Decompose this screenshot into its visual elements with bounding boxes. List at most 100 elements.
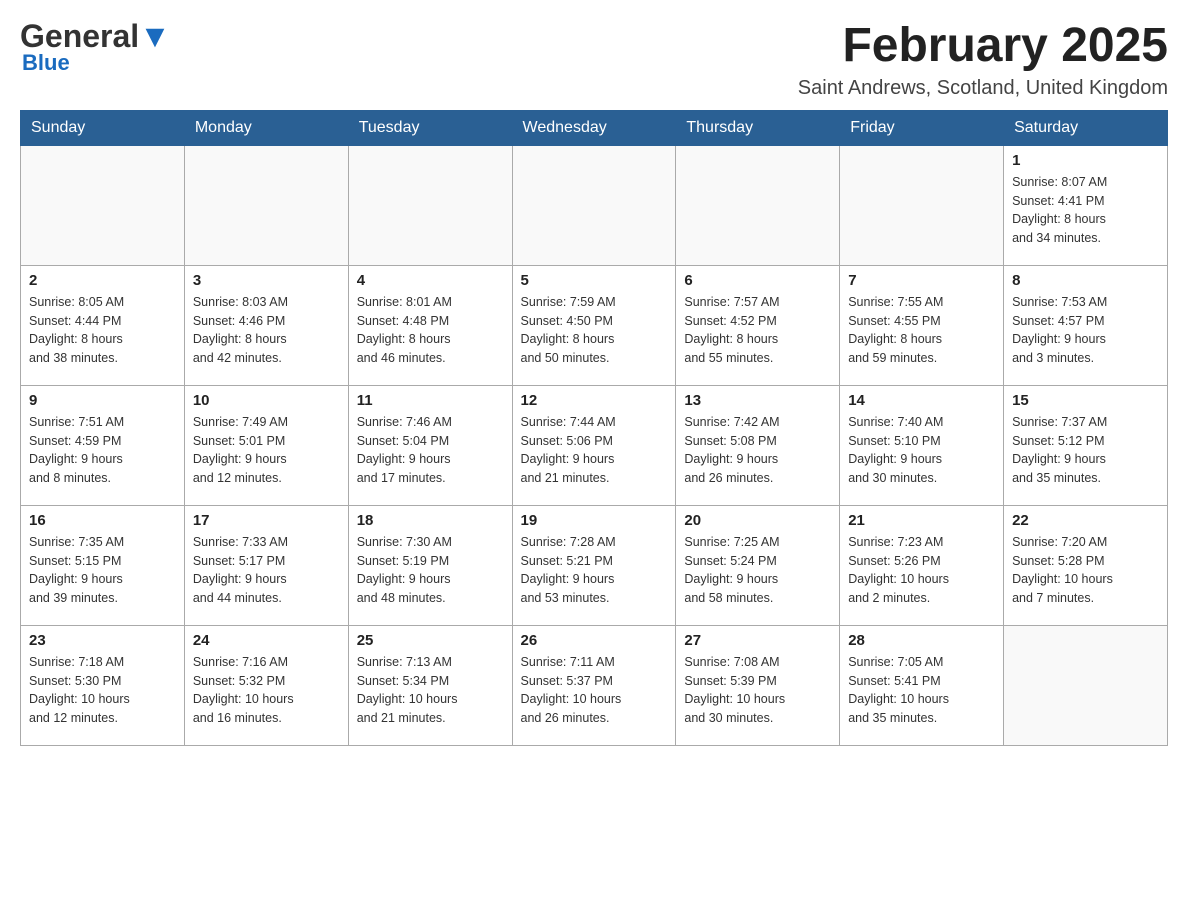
logo-blue-text: ▼ bbox=[139, 18, 171, 54]
weekday-header-saturday: Saturday bbox=[1004, 110, 1168, 145]
day-number: 16 bbox=[29, 512, 176, 529]
title-area: February 2025 Saint Andrews, Scotland, U… bbox=[798, 20, 1168, 100]
day-info: Sunrise: 7:53 AM Sunset: 4:57 PM Dayligh… bbox=[1012, 293, 1159, 368]
day-number: 17 bbox=[193, 512, 340, 529]
calendar-cell: 21 Sunrise: 7:23 AM Sunset: 5:26 PM Dayli… bbox=[840, 505, 1004, 625]
day-number: 27 bbox=[684, 632, 831, 649]
calendar-week-5: 23 Sunrise: 7:18 AM Sunset: 5:30 PM Dayli… bbox=[21, 625, 1168, 745]
day-number: 15 bbox=[1012, 392, 1159, 409]
day-number: 23 bbox=[29, 632, 176, 649]
day-info: Sunrise: 8:03 AM Sunset: 4:46 PM Dayligh… bbox=[193, 293, 340, 368]
day-number: 4 bbox=[357, 272, 504, 289]
day-info: Sunrise: 7:46 AM Sunset: 5:04 PM Dayligh… bbox=[357, 413, 504, 488]
page-header: General▼ Blue February 2025 Saint Andrew… bbox=[20, 20, 1168, 100]
day-number: 24 bbox=[193, 632, 340, 649]
calendar-week-3: 9 Sunrise: 7:51 AM Sunset: 4:59 PM Daylig… bbox=[21, 385, 1168, 505]
day-number: 19 bbox=[521, 512, 668, 529]
calendar-cell: 22 Sunrise: 7:20 AM Sunset: 5:28 PM Dayli… bbox=[1004, 505, 1168, 625]
weekday-header-sunday: Sunday bbox=[21, 110, 185, 145]
calendar-cell: 28 Sunrise: 7:05 AM Sunset: 5:41 PM Dayli… bbox=[840, 625, 1004, 745]
calendar-week-4: 16 Sunrise: 7:35 AM Sunset: 5:15 PM Dayli… bbox=[21, 505, 1168, 625]
calendar-cell: 2Sunrise: 8:05 AM Sunset: 4:44 PM Daylig… bbox=[21, 265, 185, 385]
day-info: Sunrise: 7:55 AM Sunset: 4:55 PM Dayligh… bbox=[848, 293, 995, 368]
day-info: Sunrise: 7:30 AM Sunset: 5:19 PM Dayligh… bbox=[357, 533, 504, 608]
day-info: Sunrise: 7:25 AM Sunset: 5:24 PM Dayligh… bbox=[684, 533, 831, 608]
day-info: Sunrise: 7:35 AM Sunset: 5:15 PM Dayligh… bbox=[29, 533, 176, 608]
calendar-cell: 24 Sunrise: 7:16 AM Sunset: 5:32 PM Dayli… bbox=[184, 625, 348, 745]
calendar-cell: 13Sunrise: 7:42 AM Sunset: 5:08 PM Dayli… bbox=[676, 385, 840, 505]
calendar-cell: 11 Sunrise: 7:46 AM Sunset: 5:04 PM Dayli… bbox=[348, 385, 512, 505]
day-number: 12 bbox=[521, 392, 668, 409]
day-info: Sunrise: 7:44 AM Sunset: 5:06 PM Dayligh… bbox=[521, 413, 668, 488]
day-number: 28 bbox=[848, 632, 995, 649]
day-info: Sunrise: 7:20 AM Sunset: 5:28 PM Dayligh… bbox=[1012, 533, 1159, 608]
calendar-cell: 16 Sunrise: 7:35 AM Sunset: 5:15 PM Dayli… bbox=[21, 505, 185, 625]
day-info: Sunrise: 7:16 AM Sunset: 5:32 PM Dayligh… bbox=[193, 653, 340, 728]
logo-general: General▼ bbox=[20, 20, 171, 52]
calendar-cell: 9 Sunrise: 7:51 AM Sunset: 4:59 PM Daylig… bbox=[21, 385, 185, 505]
calendar-week-1: 1 Sunrise: 8:07 AM Sunset: 4:41 PM Daylig… bbox=[21, 145, 1168, 265]
day-number: 26 bbox=[521, 632, 668, 649]
calendar-cell bbox=[676, 145, 840, 265]
day-info: Sunrise: 8:07 AM Sunset: 4:41 PM Dayligh… bbox=[1012, 173, 1159, 248]
calendar-table: SundayMondayTuesdayWednesdayThursdayFrid… bbox=[20, 110, 1168, 746]
calendar-cell: 25 Sunrise: 7:13 AM Sunset: 5:34 PM Dayli… bbox=[348, 625, 512, 745]
calendar-cell: 1 Sunrise: 8:07 AM Sunset: 4:41 PM Daylig… bbox=[1004, 145, 1168, 265]
day-number: 25 bbox=[357, 632, 504, 649]
calendar-cell: 7 Sunrise: 7:55 AM Sunset: 4:55 PM Daylig… bbox=[840, 265, 1004, 385]
day-number: 20 bbox=[684, 512, 831, 529]
day-number: 10 bbox=[193, 392, 340, 409]
calendar-cell: 3 Sunrise: 8:03 AM Sunset: 4:46 PM Daylig… bbox=[184, 265, 348, 385]
day-number: 2 bbox=[29, 272, 176, 289]
day-number: 21 bbox=[848, 512, 995, 529]
calendar-cell: 8 Sunrise: 7:53 AM Sunset: 4:57 PM Daylig… bbox=[1004, 265, 1168, 385]
calendar-cell: 26 Sunrise: 7:11 AM Sunset: 5:37 PM Dayli… bbox=[512, 625, 676, 745]
calendar-cell: 17 Sunrise: 7:33 AM Sunset: 5:17 PM Dayli… bbox=[184, 505, 348, 625]
calendar-cell bbox=[184, 145, 348, 265]
day-info: Sunrise: 7:33 AM Sunset: 5:17 PM Dayligh… bbox=[193, 533, 340, 608]
day-number: 8 bbox=[1012, 272, 1159, 289]
day-info: Sunrise: 7:13 AM Sunset: 5:34 PM Dayligh… bbox=[357, 653, 504, 728]
calendar-cell: 27Sunrise: 7:08 AM Sunset: 5:39 PM Dayli… bbox=[676, 625, 840, 745]
day-number: 7 bbox=[848, 272, 995, 289]
day-info: Sunrise: 7:57 AM Sunset: 4:52 PM Dayligh… bbox=[684, 293, 831, 368]
day-info: Sunrise: 7:18 AM Sunset: 5:30 PM Dayligh… bbox=[29, 653, 176, 728]
day-number: 3 bbox=[193, 272, 340, 289]
day-number: 14 bbox=[848, 392, 995, 409]
day-number: 6 bbox=[684, 272, 831, 289]
calendar-cell bbox=[21, 145, 185, 265]
calendar-cell bbox=[512, 145, 676, 265]
calendar-cell bbox=[840, 145, 1004, 265]
calendar-cell bbox=[348, 145, 512, 265]
day-info: Sunrise: 8:01 AM Sunset: 4:48 PM Dayligh… bbox=[357, 293, 504, 368]
calendar-cell: 12 Sunrise: 7:44 AM Sunset: 5:06 PM Dayli… bbox=[512, 385, 676, 505]
day-number: 22 bbox=[1012, 512, 1159, 529]
calendar-cell: 15 Sunrise: 7:37 AM Sunset: 5:12 PM Dayli… bbox=[1004, 385, 1168, 505]
weekday-header-friday: Friday bbox=[840, 110, 1004, 145]
calendar-week-2: 2Sunrise: 8:05 AM Sunset: 4:44 PM Daylig… bbox=[21, 265, 1168, 385]
day-info: Sunrise: 7:05 AM Sunset: 5:41 PM Dayligh… bbox=[848, 653, 995, 728]
calendar-cell: 6 Sunrise: 7:57 AM Sunset: 4:52 PM Daylig… bbox=[676, 265, 840, 385]
calendar-cell: 4 Sunrise: 8:01 AM Sunset: 4:48 PM Daylig… bbox=[348, 265, 512, 385]
day-info: Sunrise: 7:37 AM Sunset: 5:12 PM Dayligh… bbox=[1012, 413, 1159, 488]
calendar-cell: 20 Sunrise: 7:25 AM Sunset: 5:24 PM Dayli… bbox=[676, 505, 840, 625]
weekday-header-tuesday: Tuesday bbox=[348, 110, 512, 145]
calendar-cell: 5Sunrise: 7:59 AM Sunset: 4:50 PM Daylig… bbox=[512, 265, 676, 385]
calendar-cell bbox=[1004, 625, 1168, 745]
calendar-cell: 18 Sunrise: 7:30 AM Sunset: 5:19 PM Dayli… bbox=[348, 505, 512, 625]
day-number: 13 bbox=[684, 392, 831, 409]
day-info: Sunrise: 7:11 AM Sunset: 5:37 PM Dayligh… bbox=[521, 653, 668, 728]
logo: General▼ Blue bbox=[20, 20, 171, 76]
day-number: 5 bbox=[521, 272, 668, 289]
page-title: February 2025 bbox=[798, 20, 1168, 73]
calendar-header-row: SundayMondayTuesdayWednesdayThursdayFrid… bbox=[21, 110, 1168, 145]
day-number: 9 bbox=[29, 392, 176, 409]
logo-blue-label: Blue bbox=[22, 50, 70, 76]
day-number: 18 bbox=[357, 512, 504, 529]
day-number: 11 bbox=[357, 392, 504, 409]
page-subtitle: Saint Andrews, Scotland, United Kingdom bbox=[798, 77, 1168, 100]
day-info: Sunrise: 7:23 AM Sunset: 5:26 PM Dayligh… bbox=[848, 533, 995, 608]
day-info: Sunrise: 7:28 AM Sunset: 5:21 PM Dayligh… bbox=[521, 533, 668, 608]
day-info: Sunrise: 7:51 AM Sunset: 4:59 PM Dayligh… bbox=[29, 413, 176, 488]
day-number: 1 bbox=[1012, 152, 1159, 169]
